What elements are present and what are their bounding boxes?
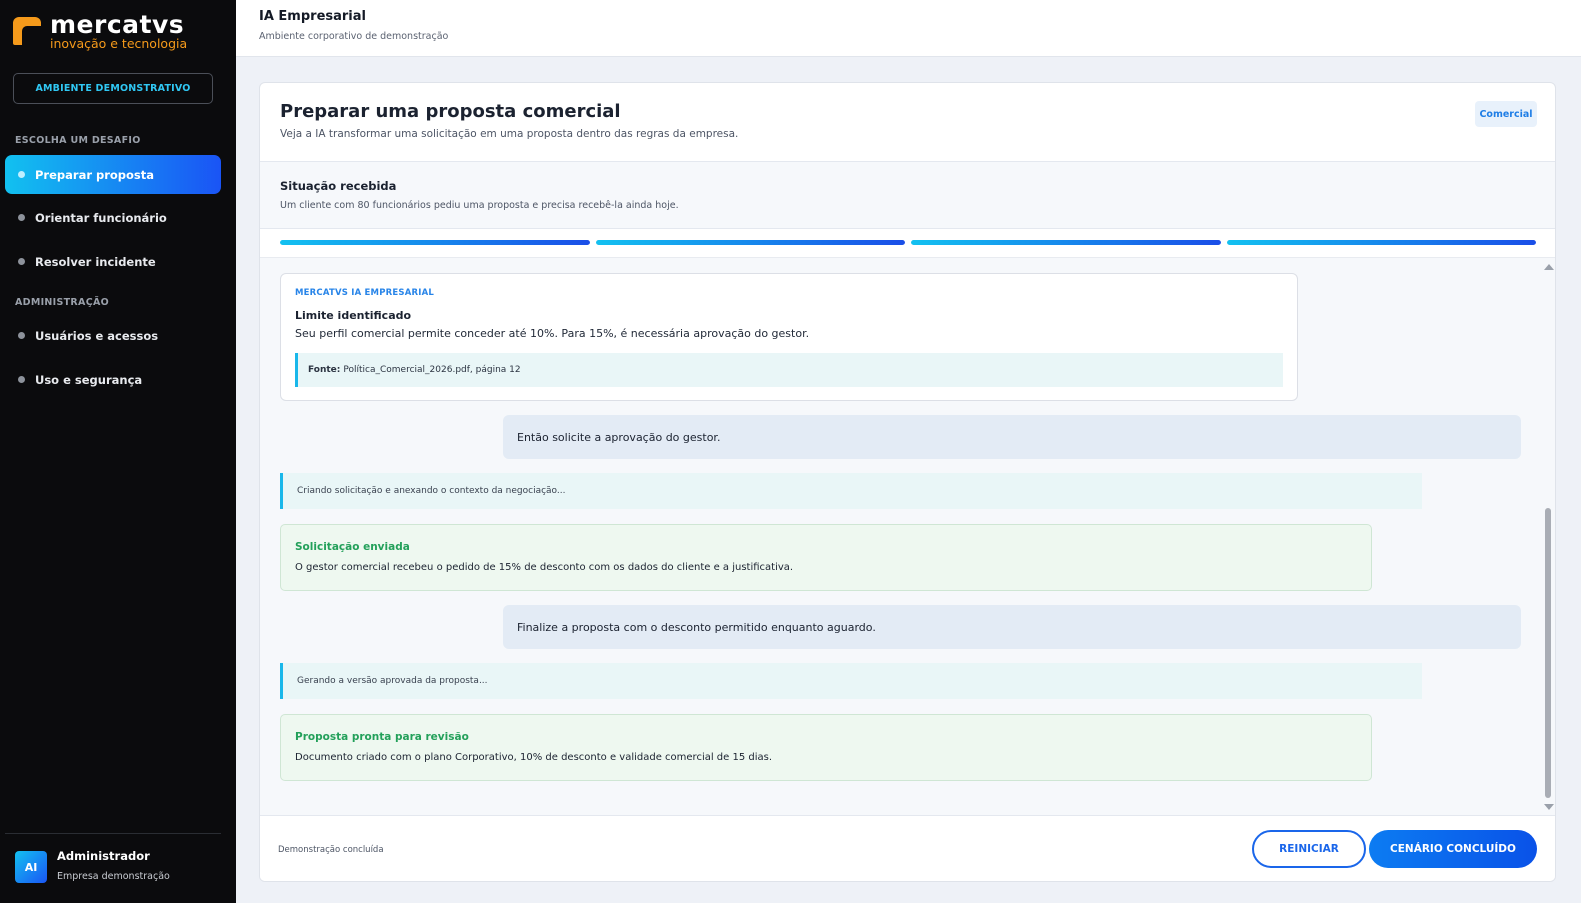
logo-icon	[13, 17, 41, 45]
progress-fill	[595, 240, 905, 245]
sidebar-item-resolver-incidente[interactable]: Resolver incidente	[5, 242, 221, 281]
success-text: O gestor comercial recebeu o pedido de 1…	[295, 562, 794, 573]
brand-tagline: inovação e tecnologia	[50, 36, 188, 51]
sidebar-item-usuarios-acessos[interactable]: Usuários e acessos	[5, 316, 221, 355]
sidebar-item-label: Uso e segurança	[35, 372, 143, 387]
section-label-admin: ADMINISTRAÇÃO	[15, 297, 110, 308]
ai-message-source: MERCATVS IA EMPRESARIAL	[295, 288, 434, 298]
ai-message-title: Limite identificado	[295, 309, 412, 322]
success-text: Documento criado com o plano Corporativo…	[295, 752, 773, 763]
section-label-challenges: ESCOLHA UM DESAFIO	[15, 135, 141, 146]
user-name: Administrador	[57, 849, 150, 863]
page-title: IA Empresarial	[259, 9, 366, 24]
sidebar-item-label: Resolver incidente	[35, 254, 156, 269]
sidebar-item-orientar-funcionario[interactable]: Orientar funcionário	[5, 198, 221, 237]
situation-panel: Situação recebida Um cliente com 80 func…	[260, 161, 1555, 229]
user-company: Empresa demonstração	[57, 871, 170, 882]
progress-step-1	[280, 240, 590, 245]
bullet-icon	[18, 376, 25, 383]
progress-step-3	[911, 240, 1221, 245]
status-message: Criando solicitação e anexando o context…	[280, 473, 1422, 509]
page-subtitle: Ambiente corporativo de demonstração	[259, 31, 449, 42]
success-message: Proposta pronta para revisão Documento c…	[280, 714, 1372, 781]
avatar[interactable]: AI	[15, 851, 47, 883]
bullet-icon	[18, 332, 25, 339]
situation-text: Um cliente com 80 funcionários pediu uma…	[280, 200, 679, 211]
chat-area[interactable]: MERCATVS IA EMPRESARIAL Limite identific…	[260, 257, 1555, 815]
scrollbar[interactable]	[1543, 264, 1554, 812]
sidebar-item-label: Usuários e acessos	[35, 328, 159, 343]
sidebar-item-preparar-proposta[interactable]: Preparar proposta	[5, 155, 221, 194]
progress-step-4	[1226, 240, 1536, 245]
source-reference-label: Fonte:	[308, 365, 341, 375]
bullet-icon	[18, 258, 25, 265]
card-footer: Demonstração concluída REINICIAR CENÁRIO…	[260, 815, 1555, 881]
success-title: Solicitação enviada	[295, 541, 410, 553]
environment-button[interactable]: AMBIENTE DEMONSTRATIVO	[13, 73, 213, 104]
user-message: Finalize a proposta com o desconto permi…	[503, 605, 1521, 649]
success-title: Proposta pronta para revisão	[295, 731, 469, 743]
bullet-icon	[18, 214, 25, 221]
topbar: IA Empresarial Ambiente corporativo de d…	[236, 0, 1581, 57]
brand-name: mercatvs	[50, 10, 185, 39]
sidebar-divider	[5, 833, 221, 834]
sidebar-item-label: Preparar proposta	[35, 167, 155, 182]
sidebar: mercatvs inovação e tecnologia AMBIENTE …	[0, 0, 236, 903]
source-reference-text: Política_Comercial_2026.pdf, página 12	[343, 365, 521, 375]
progress-fill	[1226, 240, 1536, 245]
bullet-icon	[18, 171, 25, 178]
scroll-up-icon[interactable]	[1544, 264, 1554, 270]
scroll-down-icon[interactable]	[1544, 804, 1554, 810]
progress-steps	[280, 240, 1536, 245]
demo-status: Demonstração concluída	[278, 845, 384, 855]
situation-title: Situação recebida	[280, 179, 397, 193]
category-badge: Comercial	[1475, 101, 1537, 127]
progress-fill	[280, 240, 590, 245]
brand-logo[interactable]: mercatvs inovação e tecnologia	[13, 12, 187, 51]
restart-button[interactable]: REINICIAR	[1252, 830, 1366, 868]
progress-fill	[911, 240, 1221, 245]
source-reference: Fonte: Política_Comercial_2026.pdf, pági…	[295, 353, 1283, 387]
user-message: Então solicite a aprovação do gestor.	[503, 415, 1521, 459]
scenario-title: Preparar uma proposta comercial	[280, 101, 621, 122]
scenario-complete-button[interactable]: CENÁRIO CONCLUÍDO	[1369, 830, 1537, 868]
progress-step-2	[595, 240, 905, 245]
ai-message-text: Seu perfil comercial permite conceder at…	[295, 327, 810, 340]
scenario-subtitle: Veja a IA transformar uma solicitação em…	[280, 128, 739, 140]
status-message: Gerando a versão aprovada da proposta...	[280, 663, 1422, 699]
ai-message: MERCATVS IA EMPRESARIAL Limite identific…	[280, 273, 1298, 401]
scenario-card: Preparar uma proposta comercial Veja a I…	[259, 82, 1556, 882]
scroll-thumb[interactable]	[1545, 508, 1551, 798]
success-message: Solicitação enviada O gestor comercial r…	[280, 524, 1372, 591]
sidebar-item-uso-seguranca[interactable]: Uso e segurança	[5, 360, 221, 399]
sidebar-item-label: Orientar funcionário	[35, 210, 167, 225]
